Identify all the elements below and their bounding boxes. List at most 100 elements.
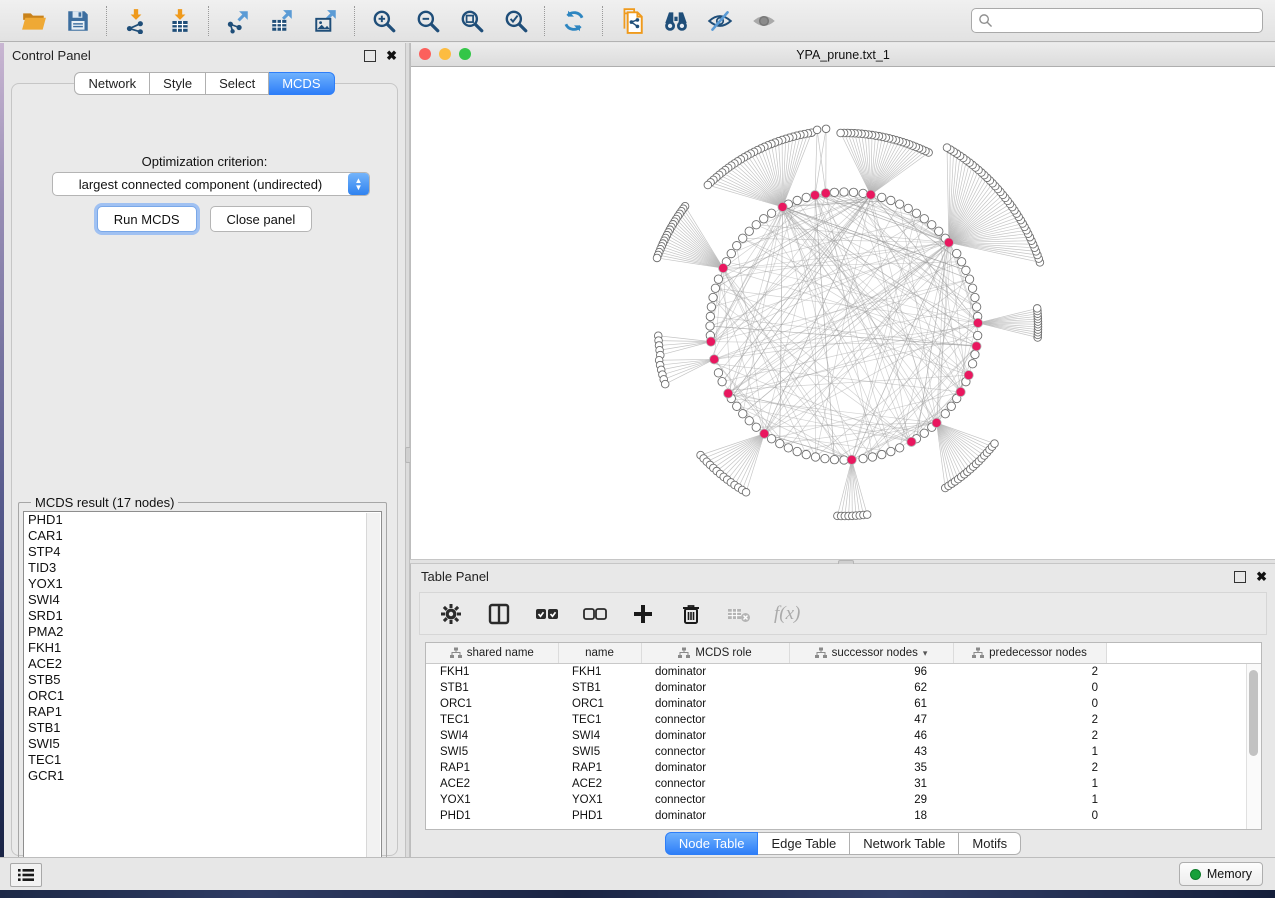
memory-button[interactable]: Memory (1179, 862, 1263, 886)
maximize-window-icon[interactable] (459, 48, 471, 60)
network-window: YPA_prune.txt_1 (410, 43, 1275, 559)
table-row[interactable]: FKH1FKH1dominator962 (426, 664, 1261, 681)
result-item[interactable]: TID3 (24, 560, 381, 576)
result-item[interactable]: ACE2 (24, 656, 381, 672)
result-item[interactable]: PHD1 (24, 512, 381, 528)
close-window-icon[interactable] (419, 48, 431, 60)
result-item[interactable]: STB1 (24, 720, 381, 736)
save-session-icon[interactable] (62, 5, 94, 37)
select-all-icon[interactable] (534, 601, 560, 627)
result-item[interactable]: CAR1 (24, 528, 381, 544)
export-image-icon[interactable] (310, 5, 342, 37)
float-panel-icon[interactable] (1234, 571, 1246, 583)
run-mcds-button[interactable]: Run MCDS (97, 206, 197, 232)
table-row[interactable]: SWI5SWI5connector431 (426, 744, 1261, 760)
split-columns-icon[interactable] (486, 601, 512, 627)
hide-panels-icon[interactable] (704, 5, 736, 37)
control-panel-title: Control Panel (12, 48, 91, 63)
table-row[interactable]: SWI4SWI4dominator462 (426, 728, 1261, 744)
column-header-name[interactable]: name (558, 643, 641, 664)
tab-network-table[interactable]: Network Table (850, 832, 959, 855)
export-table-icon[interactable] (266, 5, 298, 37)
minimize-window-icon[interactable] (439, 48, 451, 60)
table-row[interactable]: TEC1TEC1connector472 (426, 712, 1261, 728)
result-item[interactable]: GCR1 (24, 768, 381, 784)
tab-style[interactable]: Style (150, 72, 206, 95)
optimization-value: largest connected component (undirected) (53, 177, 348, 192)
node-table[interactable]: shared namenameMCDS rolesuccessor nodes▾… (426, 643, 1261, 824)
network-titlebar[interactable]: YPA_prune.txt_1 (411, 43, 1275, 67)
unselect-all-icon[interactable] (582, 601, 608, 627)
float-panel-icon[interactable] (364, 50, 376, 62)
search-icon (978, 13, 993, 28)
clear-table-icon (726, 601, 752, 627)
table-scrollbar[interactable] (1246, 664, 1261, 829)
table-panel-title: Table Panel (421, 569, 489, 584)
close-panel-button[interactable]: Close panel (210, 206, 313, 232)
result-item[interactable]: YOX1 (24, 576, 381, 592)
close-panel-icon[interactable]: ✖ (1256, 572, 1267, 582)
mcds-result-list: PHD1CAR1STP4TID3YOX1SWI4SRD1PMA2FKH1ACE2… (23, 511, 382, 871)
table-row[interactable]: RAP1RAP1dominator352 (426, 760, 1261, 776)
result-item[interactable]: FKH1 (24, 640, 381, 656)
table-header-row: shared namenameMCDS rolesuccessor nodes▾… (426, 643, 1261, 664)
close-panel-icon[interactable]: ✖ (386, 51, 397, 61)
task-history-button[interactable] (10, 863, 42, 887)
result-item[interactable]: SWI5 (24, 736, 381, 752)
result-scrollbar[interactable] (366, 513, 380, 869)
result-item[interactable]: ORC1 (24, 688, 381, 704)
tab-select[interactable]: Select (206, 72, 269, 95)
network-search-icon[interactable] (660, 5, 692, 37)
zoom-fit-icon[interactable] (456, 5, 488, 37)
result-item[interactable]: TEC1 (24, 752, 381, 768)
import-table-icon[interactable] (164, 5, 196, 37)
cytoscape-window: Control Panel ✖ Optimization criterion: … (0, 0, 1275, 898)
export-network-icon[interactable] (222, 5, 254, 37)
table-body: FKH1FKH1dominator962STB1STB1dominator620… (426, 664, 1261, 825)
table-row[interactable]: PHD1PHD1dominator180 (426, 808, 1261, 824)
result-item[interactable]: STP4 (24, 544, 381, 560)
tab-mcds[interactable]: MCDS (269, 72, 334, 95)
mcds-result-items: PHD1CAR1STP4TID3YOX1SWI4SRD1PMA2FKH1ACE2… (24, 512, 381, 784)
toolbar-separator (208, 6, 210, 36)
mcds-tab-content: Optimization criterion: largest connecte… (11, 83, 398, 856)
import-network-icon[interactable] (120, 5, 152, 37)
tab-network[interactable]: Network (74, 72, 150, 95)
share-document-icon[interactable] (616, 5, 648, 37)
network-canvas[interactable] (411, 67, 1275, 559)
zoom-selected-icon[interactable] (500, 5, 532, 37)
optimization-select[interactable]: largest connected component (undirected)… (52, 172, 370, 196)
table-row[interactable]: ACE2ACE2connector311 (426, 776, 1261, 792)
zoom-in-icon[interactable] (368, 5, 400, 37)
search-box[interactable] (971, 8, 1263, 33)
table-row[interactable]: STB1STB1dominator620 (426, 680, 1261, 696)
column-header-successor-nodes[interactable]: successor nodes▾ (789, 643, 953, 664)
result-item[interactable]: RAP1 (24, 704, 381, 720)
column-header-shared-name[interactable]: shared name (426, 643, 558, 664)
result-item[interactable]: SRD1 (24, 608, 381, 624)
column-header-predecessor-nodes[interactable]: predecessor nodes (953, 643, 1106, 664)
tab-node-table[interactable]: Node Table (665, 832, 759, 855)
delete-column-icon[interactable] (678, 601, 704, 627)
function-builder-icon: f(x) (774, 603, 800, 625)
table-row[interactable]: ORC1ORC1dominator610 (426, 696, 1261, 712)
network-title: YPA_prune.txt_1 (796, 48, 890, 62)
refresh-layout-icon[interactable] (558, 5, 590, 37)
search-input[interactable] (993, 13, 1262, 29)
tab-edge-table[interactable]: Edge Table (758, 832, 850, 855)
column-header-mcds-role[interactable]: MCDS role (641, 643, 789, 664)
open-file-icon[interactable] (18, 5, 50, 37)
tab-motifs[interactable]: Motifs (959, 832, 1021, 855)
result-item[interactable]: STB5 (24, 672, 381, 688)
table-row[interactable]: YOX1YOX1connector291 (426, 792, 1261, 808)
memory-status-icon (1190, 869, 1201, 880)
gear-icon[interactable] (438, 601, 464, 627)
zoom-out-icon[interactable] (412, 5, 444, 37)
result-item[interactable]: PMA2 (24, 624, 381, 640)
result-item[interactable]: SWI4 (24, 592, 381, 608)
scrollbar-thumb[interactable] (1249, 670, 1258, 756)
mcds-result-title: MCDS result (17 nodes) (31, 495, 178, 510)
list-icon (17, 867, 35, 883)
add-column-icon[interactable] (630, 601, 656, 627)
show-panels-icon[interactable] (748, 5, 780, 37)
